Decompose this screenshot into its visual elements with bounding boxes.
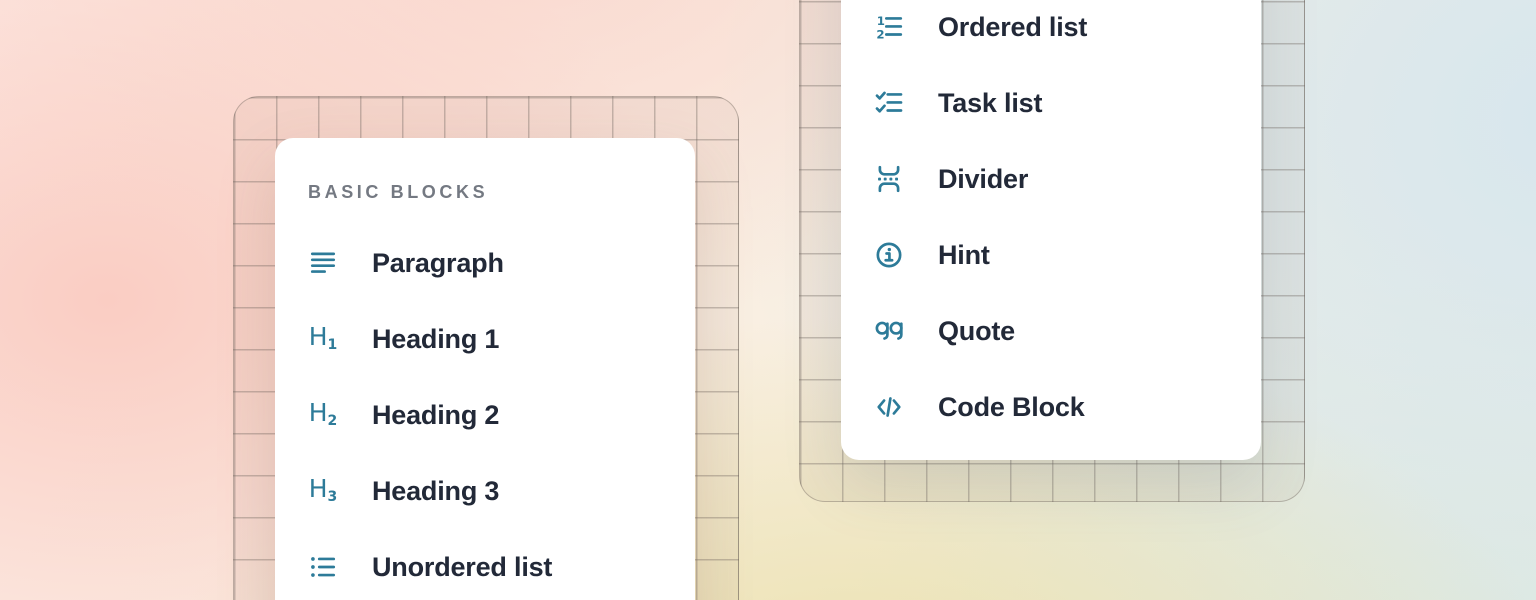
- heading-1-icon: H1: [308, 324, 338, 354]
- menu-item-paragraph[interactable]: Paragraph: [308, 243, 671, 283]
- basic-blocks-menu: BASIC BLOCKS Paragraph H1 Heading 1 H2 H…: [275, 138, 695, 600]
- menu-item-label: Unordered list: [372, 552, 552, 583]
- editor-blocks-hero: BASIC BLOCKS Paragraph H1 Heading 1 H2 H…: [0, 0, 1536, 600]
- heading-glyph: H: [309, 400, 328, 425]
- menu-item-heading-2[interactable]: H2 Heading 2: [308, 395, 671, 435]
- menu-item-code-block[interactable]: Code Block: [874, 387, 1237, 427]
- code-block-icon: [874, 392, 904, 422]
- menu-item-label: Hint: [938, 240, 990, 271]
- menu-item-label: Heading 3: [372, 476, 499, 507]
- blocks-menu-continued: 1 2 Ordered list Task list: [841, 0, 1261, 460]
- heading-sub: 2: [328, 414, 338, 428]
- menu-item-hint[interactable]: Hint: [874, 235, 1237, 275]
- hint-icon: [874, 240, 904, 270]
- menu-item-divider[interactable]: Divider: [874, 159, 1237, 199]
- menu-item-label: Code Block: [938, 392, 1085, 423]
- menu-item-heading-3[interactable]: H3 Heading 3: [308, 471, 671, 511]
- menu-item-label: Ordered list: [938, 12, 1087, 43]
- heading-sub: 1: [328, 338, 338, 352]
- heading-glyph: H: [309, 476, 328, 501]
- heading-3-icon: H3: [308, 476, 338, 506]
- menu-item-label: Heading 1: [372, 324, 499, 355]
- menu-item-ordered-list[interactable]: 1 2 Ordered list: [874, 7, 1237, 47]
- svg-text:1: 1: [877, 14, 885, 28]
- menu-item-heading-1[interactable]: H1 Heading 1: [308, 319, 671, 359]
- menu-item-label: Heading 2: [372, 400, 499, 431]
- menu-item-quote[interactable]: Quote: [874, 311, 1237, 351]
- divider-icon: [874, 164, 904, 194]
- heading-sub: 3: [328, 490, 338, 504]
- menu-item-label: Quote: [938, 316, 1015, 347]
- menu-item-label: Divider: [938, 164, 1028, 195]
- unordered-list-icon: [308, 552, 338, 582]
- task-list-icon: [874, 88, 904, 118]
- menu-item-task-list[interactable]: Task list: [874, 83, 1237, 123]
- ordered-list-icon: 1 2: [874, 12, 904, 42]
- menu-item-label: Task list: [938, 88, 1042, 119]
- heading-2-icon: H2: [308, 400, 338, 430]
- quote-icon: [874, 316, 904, 346]
- heading-glyph: H: [309, 324, 328, 349]
- menu-item-unordered-list[interactable]: Unordered list: [308, 547, 671, 587]
- svg-text:2: 2: [876, 27, 884, 41]
- menu-section-header: BASIC BLOCKS: [308, 182, 488, 203]
- paragraph-icon: [308, 248, 338, 278]
- menu-item-label: Paragraph: [372, 248, 504, 279]
